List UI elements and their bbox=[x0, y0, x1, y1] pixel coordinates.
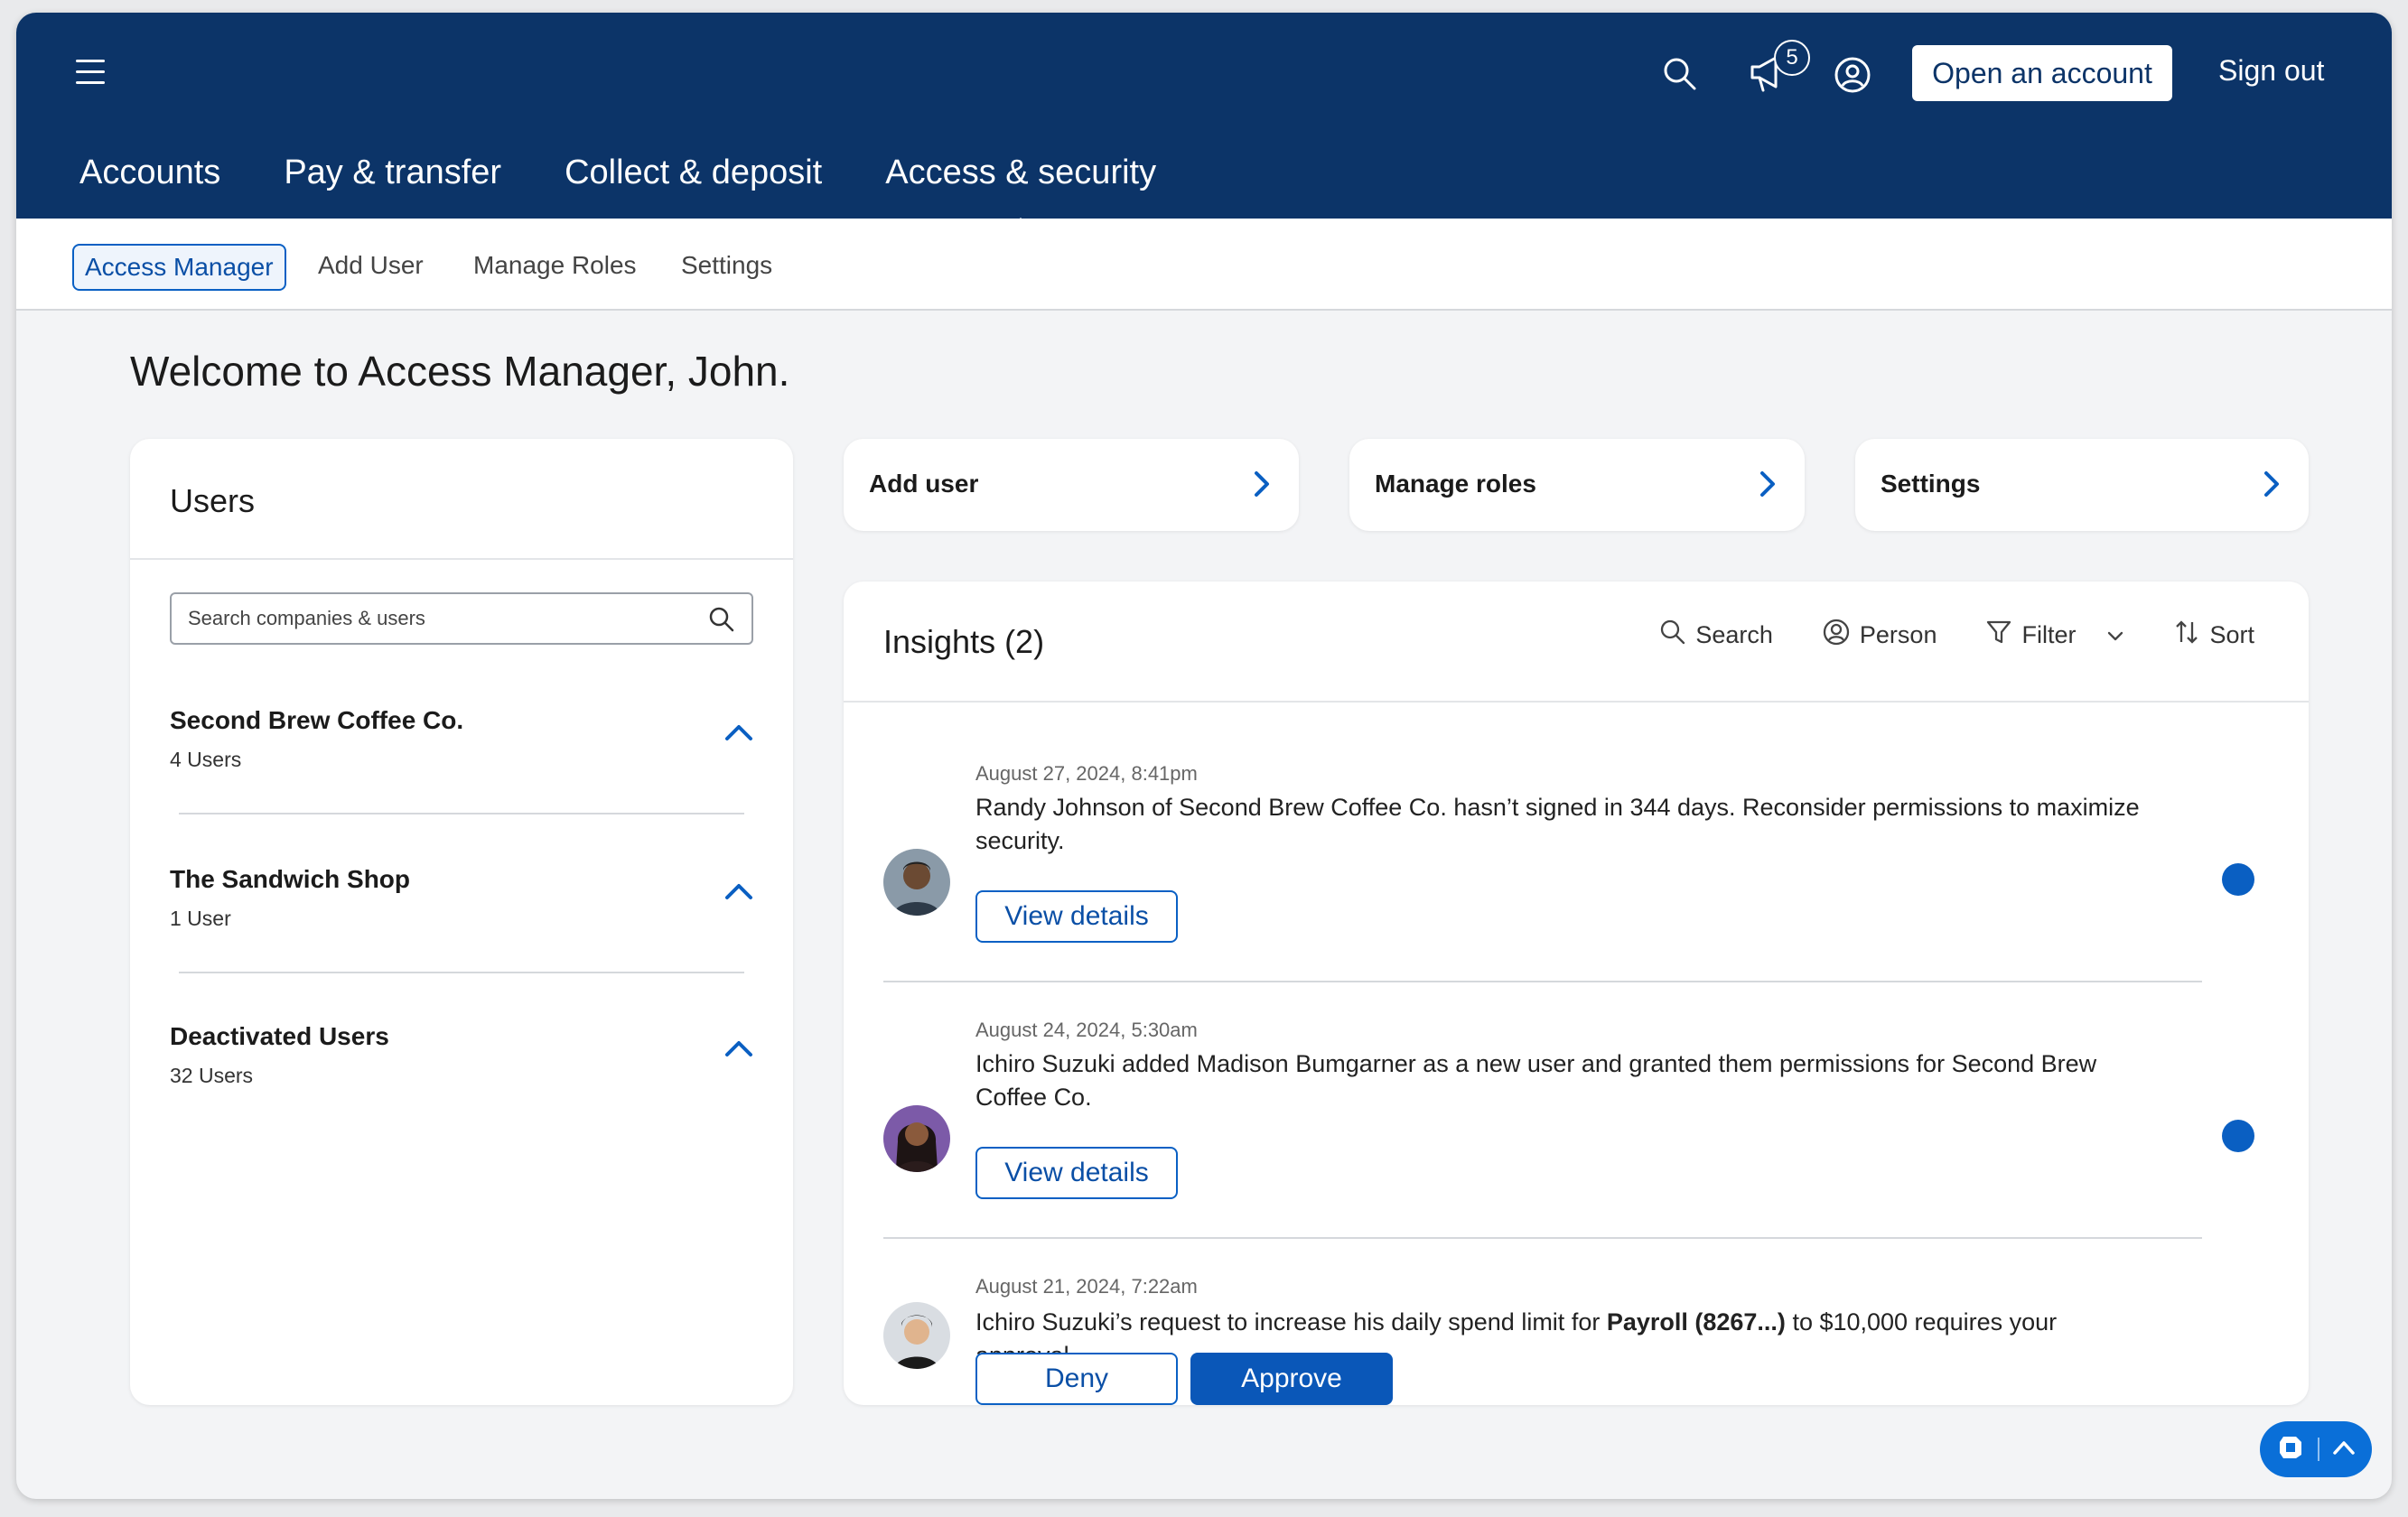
view-details-button[interactable]: View details bbox=[975, 890, 1178, 943]
chevron-up-icon[interactable] bbox=[724, 1038, 753, 1063]
search-icon bbox=[1659, 619, 1686, 652]
insights-panel: Insights (2) Search Person Filter Sort A… bbox=[844, 582, 2309, 1405]
chevron-right-icon bbox=[2262, 470, 2282, 503]
sort-tool[interactable]: Sort bbox=[2173, 619, 2254, 652]
insight-date: August 21, 2024, 7:22am bbox=[975, 1275, 1198, 1298]
person-icon bbox=[1822, 618, 1851, 653]
user-search-input[interactable] bbox=[188, 607, 694, 630]
sort-tool-label: Sort bbox=[2209, 621, 2254, 648]
person-tool[interactable]: Person bbox=[1822, 618, 1937, 653]
search-tool[interactable]: Search bbox=[1659, 619, 1773, 652]
filter-tool[interactable]: Filter bbox=[1985, 619, 2124, 652]
divider bbox=[883, 1237, 2202, 1239]
open-account-button[interactable]: Open an account bbox=[1912, 45, 2172, 101]
search-icon[interactable] bbox=[1662, 56, 1698, 97]
add-user-card[interactable]: Add user bbox=[844, 439, 1299, 531]
profile-icon[interactable] bbox=[1834, 56, 1871, 98]
insights-title: Insights (2) bbox=[883, 623, 1045, 660]
group-count: 1 User bbox=[170, 907, 231, 930]
insight-item: August 24, 2024, 5:30am Ichiro Suzuki ad… bbox=[883, 1019, 2269, 1226]
group-count: 32 Users bbox=[170, 1064, 254, 1087]
group-name: The Sandwich Shop bbox=[170, 865, 411, 893]
group-name: Deactivated Users bbox=[170, 1022, 389, 1050]
manage-roles-label: Manage roles bbox=[1375, 470, 1536, 498]
manage-roles-card[interactable]: Manage roles bbox=[1349, 439, 1805, 531]
chat-widget[interactable] bbox=[2260, 1421, 2372, 1477]
user-search-field[interactable] bbox=[170, 592, 753, 645]
nav-accounts[interactable]: Accounts bbox=[79, 154, 220, 192]
view-details-button[interactable]: View details bbox=[975, 1147, 1178, 1199]
search-icon[interactable] bbox=[708, 606, 735, 638]
insight-message: Ichiro Suzuki added Madison Bumgarner as… bbox=[975, 1050, 2097, 1111]
search-tool-label: Search bbox=[1695, 621, 1773, 648]
subnav-access-manager[interactable]: Access Manager bbox=[72, 244, 286, 291]
account-name: Payroll (8267...) bbox=[1606, 1308, 1786, 1336]
subnav-add-user[interactable]: Add User bbox=[318, 244, 424, 291]
insight-item: August 21, 2024, 7:22am Ichiro Suzuki’s … bbox=[883, 1275, 2269, 1405]
insight-item: August 27, 2024, 8:41pm Randy Johnson of… bbox=[883, 762, 2269, 970]
group-count: 4 Users bbox=[170, 748, 242, 771]
message-text: Ichiro Suzuki’s request to increase his … bbox=[975, 1308, 1607, 1336]
hamburger-icon[interactable] bbox=[76, 60, 105, 85]
settings-card[interactable]: Settings bbox=[1855, 439, 2309, 531]
user-group[interactable]: Second Brew Coffee Co. 4 Users bbox=[170, 706, 753, 772]
user-group[interactable]: Deactivated Users 32 Users bbox=[170, 1022, 753, 1088]
filter-tool-label: Filter bbox=[2021, 621, 2077, 648]
users-title: Users bbox=[170, 482, 256, 519]
divider bbox=[2318, 1438, 2319, 1461]
add-user-label: Add user bbox=[869, 470, 979, 498]
nav-pay-transfer[interactable]: Pay & transfer bbox=[284, 154, 501, 192]
top-header: 5 Open an account Sign out Accounts Pay … bbox=[16, 13, 2392, 232]
chevron-up-icon[interactable] bbox=[724, 881, 753, 906]
chevron-right-icon bbox=[1252, 470, 1272, 503]
main-nav: Accounts Pay & transfer Collect & deposi… bbox=[79, 154, 1156, 232]
divider bbox=[844, 701, 2309, 703]
insights-toolbar: Search Person Filter Sort bbox=[1659, 618, 2254, 653]
nav-collect-deposit[interactable]: Collect & deposit bbox=[565, 154, 822, 192]
sort-icon bbox=[2173, 619, 2200, 652]
unread-indicator bbox=[2222, 863, 2254, 896]
page-title: Welcome to Access Manager, John. bbox=[130, 348, 790, 395]
subnav-settings[interactable]: Settings bbox=[681, 244, 772, 291]
chat-icon[interactable] bbox=[2276, 1433, 2305, 1466]
divider bbox=[130, 558, 793, 560]
chevron-down-icon bbox=[2106, 621, 2124, 649]
chevron-up-icon[interactable] bbox=[724, 722, 753, 747]
group-name: Second Brew Coffee Co. bbox=[170, 706, 464, 734]
app-window: 5 Open an account Sign out Accounts Pay … bbox=[16, 13, 2392, 1499]
chevron-right-icon bbox=[1758, 470, 1778, 503]
sub-nav: Access Manager Add User Manage Roles Set… bbox=[16, 219, 2392, 311]
avatar bbox=[883, 1302, 950, 1369]
approve-button[interactable]: Approve bbox=[1190, 1353, 1393, 1405]
divider bbox=[883, 981, 2202, 982]
divider bbox=[179, 972, 744, 973]
settings-label: Settings bbox=[1881, 470, 1981, 498]
subnav-manage-roles[interactable]: Manage Roles bbox=[473, 244, 637, 291]
insight-date: August 24, 2024, 5:30am bbox=[975, 1019, 1198, 1041]
chevron-up-icon[interactable] bbox=[2332, 1439, 2356, 1460]
avatar bbox=[883, 849, 950, 916]
avatar bbox=[883, 1105, 950, 1172]
deny-button[interactable]: Deny bbox=[975, 1353, 1178, 1405]
user-group[interactable]: The Sandwich Shop 1 User bbox=[170, 865, 753, 931]
person-tool-label: Person bbox=[1859, 621, 1937, 648]
users-panel: Users Second Brew Coffee Co. 4 Users The… bbox=[130, 439, 793, 1405]
insight-date: August 27, 2024, 8:41pm bbox=[975, 762, 1198, 785]
insight-message: Randy Johnson of Second Brew Coffee Co. … bbox=[975, 794, 2140, 854]
sign-out-link[interactable]: Sign out bbox=[2218, 54, 2324, 88]
unread-indicator bbox=[2222, 1120, 2254, 1152]
nav-access-security[interactable]: Access & security bbox=[885, 154, 1156, 232]
divider bbox=[179, 813, 744, 814]
notification-badge: 5 bbox=[1774, 40, 1810, 76]
filter-icon bbox=[1985, 619, 2012, 652]
